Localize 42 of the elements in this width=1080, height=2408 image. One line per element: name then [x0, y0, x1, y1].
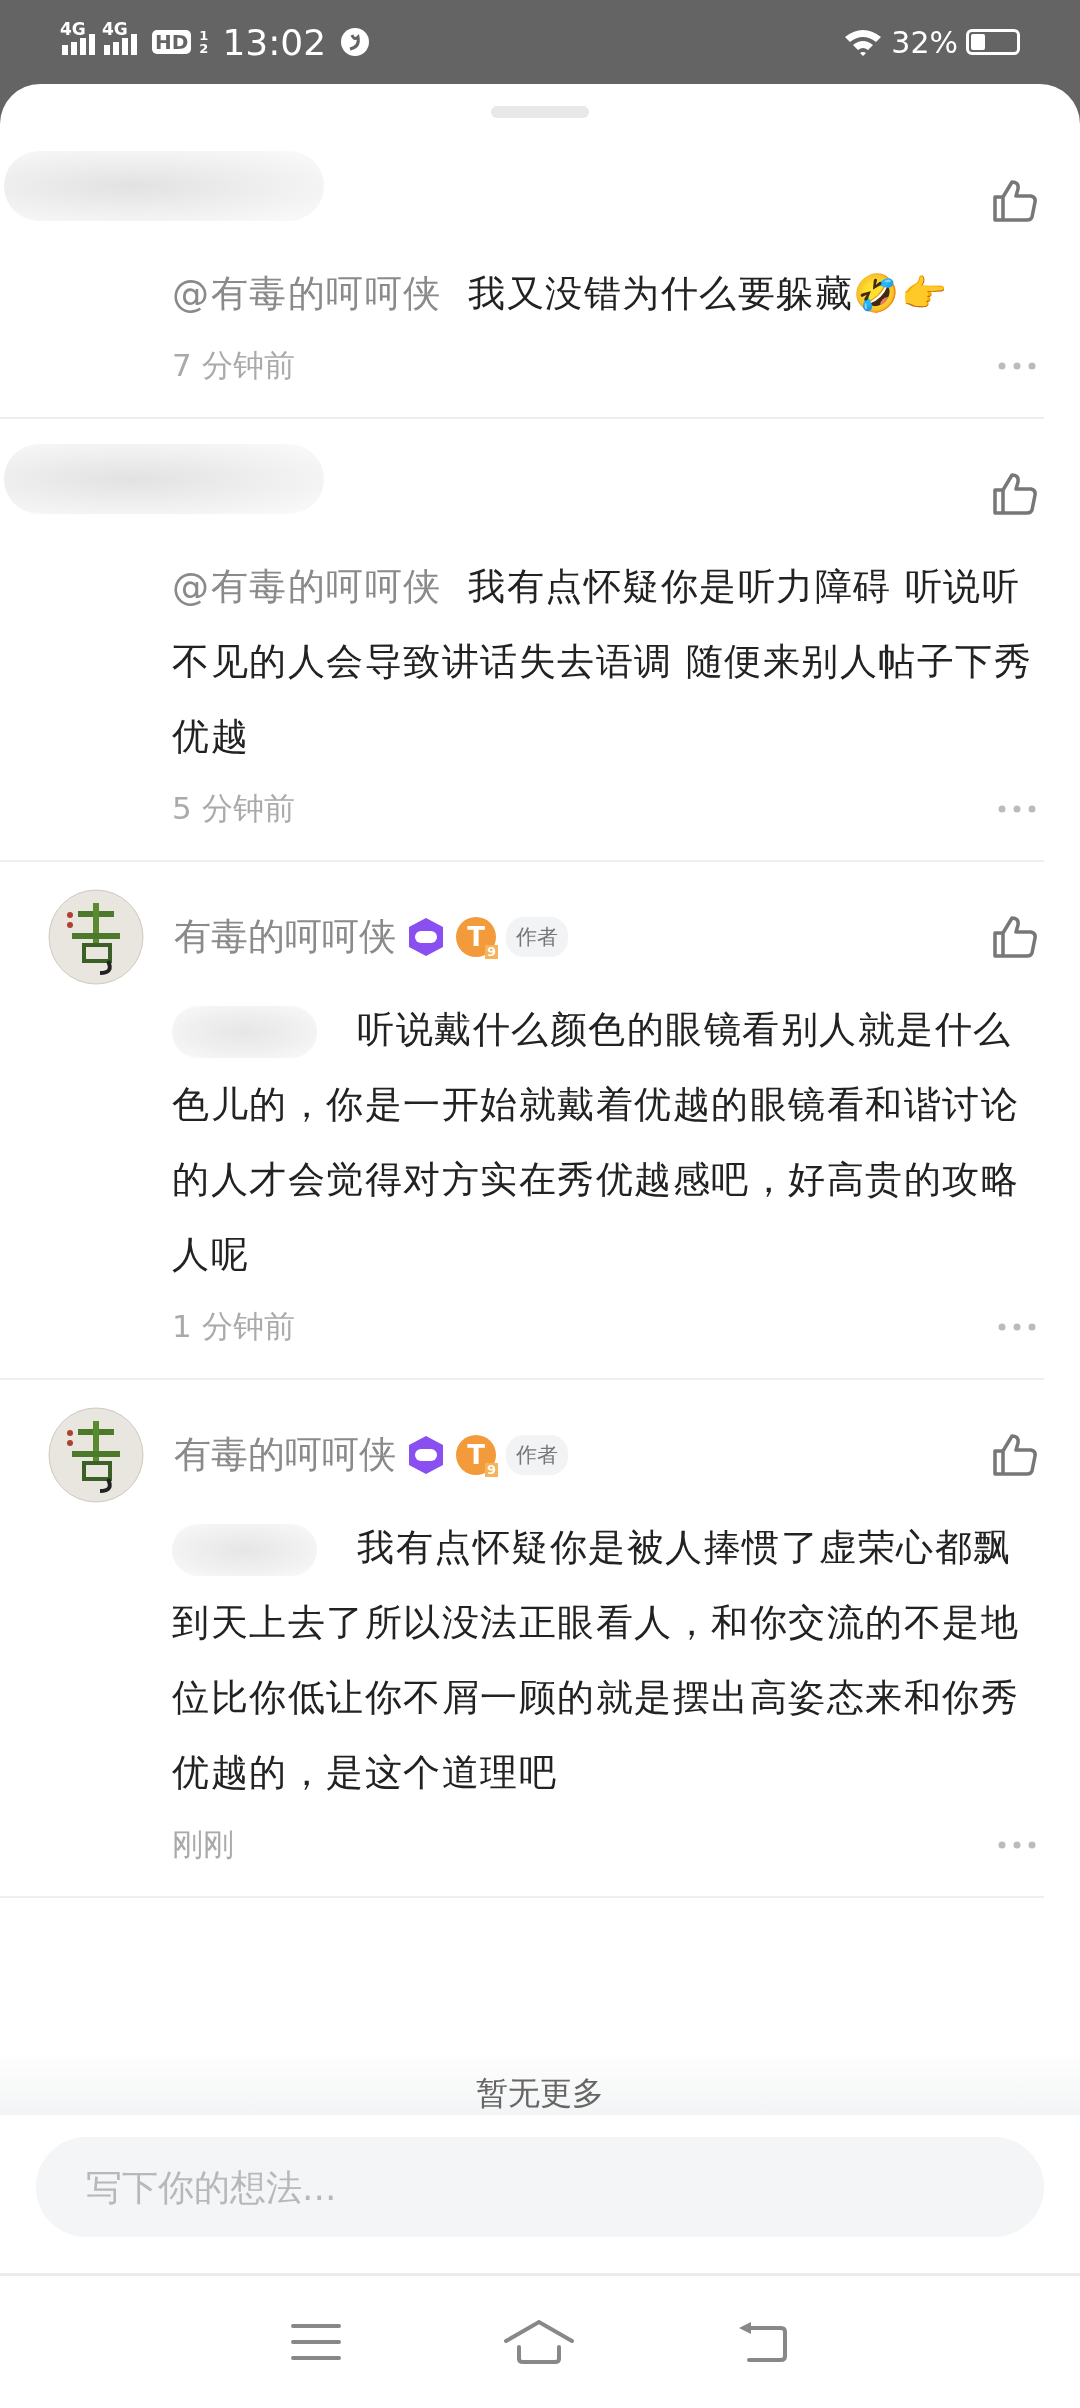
end-of-list-text: 暂无更多 [476, 2075, 604, 2111]
clock: 13:02 [222, 21, 327, 63]
avatar[interactable] [48, 1407, 144, 1503]
thumbs-up-icon[interactable] [992, 915, 1038, 959]
level-badge: T$_{9}$ [456, 917, 496, 957]
more-icon[interactable] [998, 805, 1036, 813]
home-icon[interactable] [503, 2319, 575, 2365]
app-status-icon [340, 27, 371, 57]
sim-slot-label: 1 [199, 29, 209, 42]
signal-icon [104, 33, 138, 55]
comment-text: 我有点怀疑你是被人捧惯了虚荣心都飘到天上去了所以没法正眼看人，和你交流的不是地位比你低让你不屑一顾的就是摆出高姿态来和你秀优越的，是这个道理吧 [172, 1510, 1044, 1810]
comment-time: 7 分钟前 [172, 346, 295, 385]
comment-time: 1 分钟前 [172, 1307, 295, 1346]
comment-time: 5 分钟前 [172, 789, 295, 828]
avatar[interactable] [48, 889, 144, 985]
more-icon[interactable] [998, 1841, 1036, 1849]
comment-time: 刚刚 [172, 1825, 234, 1864]
menu-icon[interactable] [291, 2322, 341, 2362]
more-icon[interactable] [998, 1323, 1036, 1331]
sim-slot-label: 2 [199, 42, 209, 55]
wifi-icon [843, 27, 884, 57]
comment-input[interactable]: 写下你的想法... [36, 2137, 1044, 2237]
thumbs-up-icon[interactable] [992, 472, 1038, 516]
level-badge: T$_{9}$ [456, 1435, 496, 1475]
drag-handle[interactable] [491, 106, 589, 118]
author-name[interactable]: 有毒的呵呵侠 [174, 1430, 396, 1480]
comment-text: @有毒的呵呵侠 我又没错为什么要躲藏🤣👉 [172, 271, 950, 317]
hd-badge: HD [152, 30, 192, 54]
back-icon[interactable] [737, 2320, 789, 2364]
thumbs-up-icon[interactable] [992, 1433, 1038, 1477]
network-label: 4G [102, 19, 128, 39]
author-tag: 作者 [506, 1435, 568, 1475]
comment-text: 听说戴什么颜色的眼镜看别人就是什么色儿的，你是一开始就戴着优越的眼镜看和谐讨论的人才会觉得对方实在秀优越感吧，好高贵的攻略人呢 [172, 992, 1044, 1292]
thumbs-up-icon[interactable] [992, 179, 1038, 223]
battery-percentage: 32% [891, 24, 958, 60]
more-icon[interactable] [998, 362, 1036, 370]
signal-icon [62, 33, 96, 55]
network-label: 4G [60, 19, 86, 39]
author-tag: 作者 [506, 917, 568, 957]
battery-icon [966, 29, 1020, 55]
comment-text: @有毒的呵呵侠 我有点怀疑你是听力障碍 听说听不见的人会导致讲话失去语调 随便来别人帖子下秀优越 [172, 564, 1034, 760]
author-name[interactable]: 有毒的呵呵侠 [174, 912, 396, 962]
